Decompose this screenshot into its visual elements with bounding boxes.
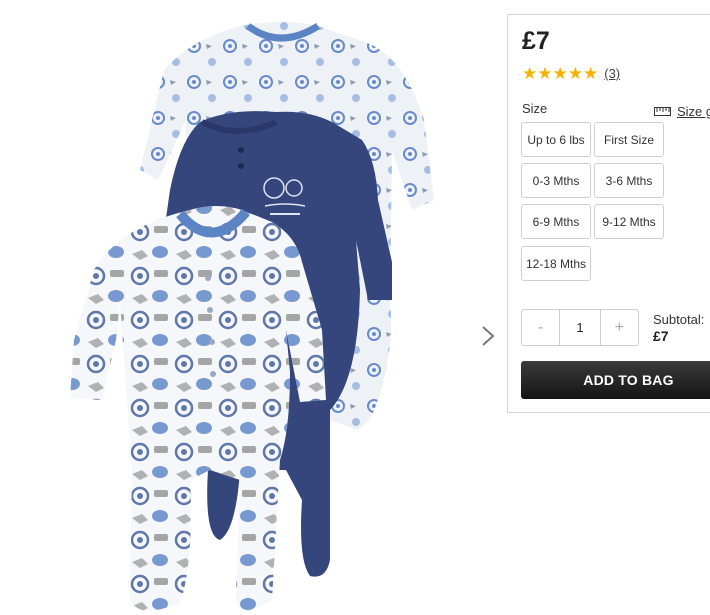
size-guide-label: Size g: [677, 104, 710, 119]
size-option-12-18-mths[interactable]: 12-18 Mths: [521, 246, 591, 281]
subtotal-value: £7: [653, 328, 669, 344]
quantity-decrease-button[interactable]: -: [522, 310, 559, 345]
star-icon: ★: [567, 64, 583, 83]
purchase-panel: £7 ★ ★ ★ ★ ★ (3) Size Size g Up to 6 lbs…: [507, 14, 710, 413]
ruler-icon: [654, 107, 671, 116]
size-option-first-size[interactable]: First Size: [594, 122, 664, 157]
star-icon: ★: [522, 64, 538, 83]
size-guide-link[interactable]: Size g: [654, 104, 710, 119]
review-count-link[interactable]: (3): [604, 66, 620, 81]
star-icon: ★: [552, 64, 568, 83]
subtotal: Subtotal: £7: [653, 312, 704, 344]
add-to-bag-button[interactable]: ADD TO BAG: [521, 361, 710, 399]
star-icon: ★: [583, 64, 599, 83]
size-option-6-9-mths[interactable]: 6-9 Mths: [521, 204, 591, 239]
size-option-up-to-6-lbs[interactable]: Up to 6 lbs: [521, 122, 591, 157]
price: £7: [522, 27, 550, 55]
size-label: Size: [522, 101, 548, 116]
front-sleepsuit: [70, 206, 326, 612]
rating[interactable]: ★ ★ ★ ★ ★ (3): [522, 65, 620, 82]
star-icon: ★: [537, 64, 553, 83]
size-option-3-6-mths[interactable]: 3-6 Mths: [594, 163, 664, 198]
quantity-value[interactable]: 1: [559, 310, 601, 345]
size-option-0-3-mths[interactable]: 0-3 Mths: [521, 163, 591, 198]
quantity-increase-button[interactable]: +: [601, 310, 638, 345]
next-image-arrow-icon[interactable]: [476, 322, 500, 350]
size-option-9-12-mths[interactable]: 9-12 Mths: [594, 204, 664, 239]
subtotal-label: Subtotal:: [653, 312, 705, 327]
product-image[interactable]: [40, 0, 460, 615]
quantity-stepper: - 1 +: [521, 309, 639, 346]
